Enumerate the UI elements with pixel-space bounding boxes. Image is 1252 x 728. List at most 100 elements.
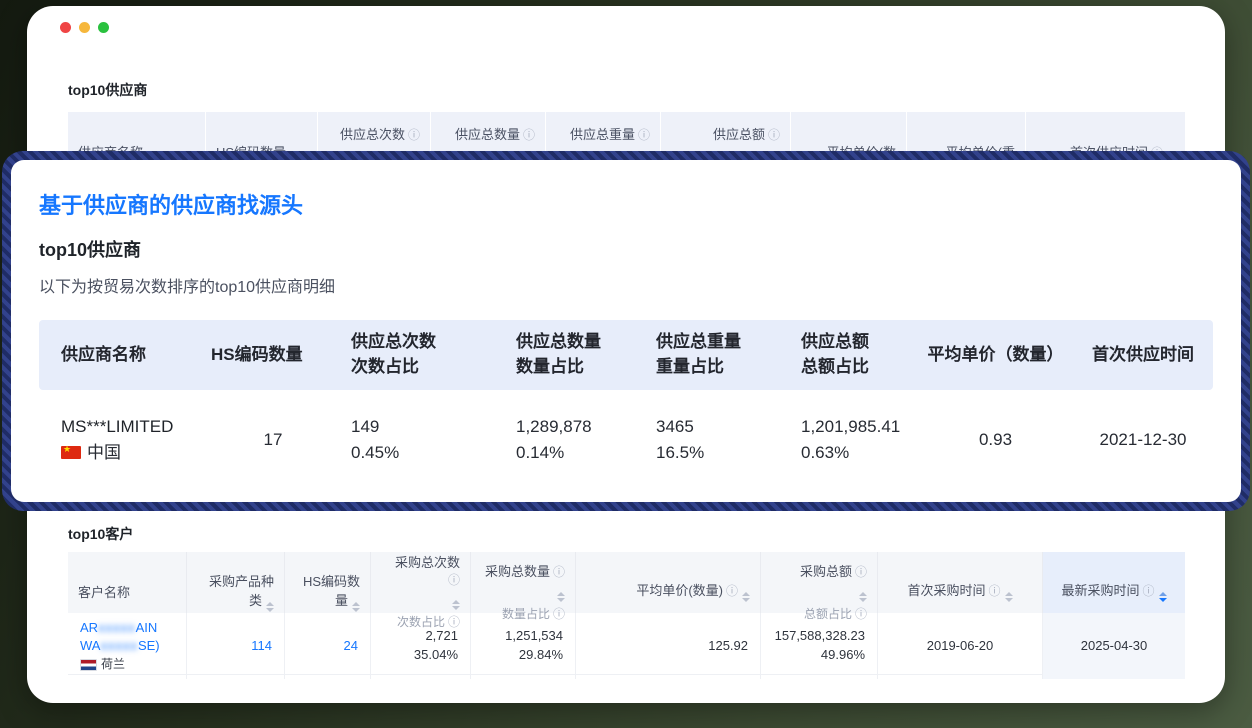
- info-icon[interactable]: ⓘ: [638, 128, 650, 142]
- info-icon[interactable]: ⓘ: [989, 584, 1001, 598]
- col-label: 供应总额: [801, 330, 918, 355]
- first-supply-date-cell: 2021-12-30: [1073, 427, 1213, 453]
- sort-icon[interactable]: [266, 602, 274, 612]
- customer-name-link[interactable]: WAxxxxxSE): [80, 637, 160, 655]
- col-label: 采购总额: [800, 564, 852, 579]
- col-header-hs-count: HS编码数量: [203, 343, 343, 368]
- country-label: 荷兰: [101, 656, 125, 673]
- col-label: 最新采购时间: [1061, 583, 1139, 598]
- col-sublabel: 重量占比: [656, 355, 793, 380]
- customer-table-header: 客户名称 采购产品种类 HS编码数量 采购总次数ⓘ 次数占比ⓘ 采购总数量ⓘ 数…: [68, 552, 1185, 613]
- country-label: 中国: [87, 440, 121, 466]
- hs-count-cell[interactable]: 24: [284, 613, 370, 679]
- redacted-text: xxxxx: [98, 620, 136, 635]
- name-part: SE): [138, 638, 160, 653]
- supply-qty-value: 1,289,878: [516, 414, 648, 440]
- info-icon[interactable]: ⓘ: [408, 128, 420, 142]
- customer-table-title: top10客户: [68, 524, 133, 544]
- sort-icon[interactable]: [452, 600, 460, 610]
- hs-count-value: 17: [264, 430, 283, 449]
- purchase-qty-value: 1,251,534: [505, 627, 563, 646]
- hs-count-link[interactable]: 24: [344, 637, 358, 656]
- sort-icon[interactable]: [742, 592, 750, 602]
- latest-purchase-date-cell: 2025-04-30: [1042, 613, 1185, 679]
- overlay-table-row: MS***LIMITED 中国 17 149 0.45% 1,289,878 0…: [39, 390, 1213, 495]
- col-header-avg-price-qty: 平均单价（数量）: [918, 343, 1073, 368]
- col-label: 平均单价(数量): [636, 583, 723, 598]
- overlay-section-title: top10供应商: [39, 236, 1213, 262]
- hs-count-cell: 17: [203, 427, 343, 453]
- info-icon[interactable]: ⓘ: [553, 565, 565, 579]
- sort-icon[interactable]: [859, 592, 867, 602]
- purchase-amount-cell: 157,588,328.23 49.96%: [760, 613, 877, 679]
- col-label: 供应总次数: [351, 330, 508, 355]
- info-icon[interactable]: ⓘ: [726, 584, 738, 598]
- purchase-amount-value: 157,588,328.23: [775, 627, 865, 646]
- product-types-cell[interactable]: 114: [186, 613, 284, 679]
- purchase-qty-pct: 29.84%: [519, 646, 563, 665]
- col-label: 供应总数量: [516, 330, 648, 355]
- customer-table: 客户名称 采购产品种类 HS编码数量 采购总次数ⓘ 次数占比ⓘ 采购总数量ⓘ 数…: [68, 552, 1185, 675]
- supply-weight-pct: 16.5%: [656, 440, 793, 466]
- col-label: HS编码数量: [211, 345, 303, 364]
- col-label: 平均单价（数量）: [928, 345, 1064, 364]
- col-header-supplier-name: 供应商名称: [39, 343, 203, 368]
- purchase-amount-pct: 49.96%: [821, 646, 865, 665]
- col-label: 供应商名称: [61, 345, 146, 364]
- supply-times-value: 149: [351, 414, 508, 440]
- avg-price-value: 125.92: [708, 637, 748, 656]
- customer-country: 荷兰: [80, 656, 125, 673]
- product-types-link[interactable]: 114: [251, 637, 272, 656]
- col-label: 客户名称: [78, 582, 176, 601]
- col-label: 首次供应时间: [1092, 345, 1194, 364]
- avg-price-cell: 0.93: [918, 427, 1073, 453]
- name-part: AIN: [136, 620, 158, 635]
- name-part: AR: [80, 620, 98, 635]
- col-label: 供应总数量: [455, 127, 520, 142]
- info-icon[interactable]: ⓘ: [1143, 584, 1155, 598]
- name-part: WA: [80, 638, 100, 653]
- supply-weight-value: 3465: [656, 414, 793, 440]
- col-label: 采购产品种类: [209, 574, 274, 608]
- supply-amount-cell: 1,201,985.41 0.63%: [793, 414, 918, 465]
- col-label: 供应总重量: [570, 127, 635, 142]
- purchase-times-pct: 35.04%: [414, 646, 458, 665]
- purchase-times-cell: 2,721 35.04%: [370, 613, 470, 679]
- customer-name-link[interactable]: ARxxxxxAIN: [80, 619, 157, 637]
- info-icon[interactable]: ⓘ: [855, 565, 867, 579]
- info-icon[interactable]: ⓘ: [768, 128, 780, 142]
- supply-qty-pct: 0.14%: [516, 440, 648, 466]
- minimize-window-icon[interactable]: [79, 22, 90, 33]
- supplier-name: MS***LIMITED: [61, 414, 203, 440]
- window-controls: [60, 22, 109, 33]
- col-sublabel: 次数占比: [351, 355, 508, 380]
- col-header-supply-times: 供应总次数 次数占比: [343, 330, 508, 379]
- info-icon[interactable]: ⓘ: [523, 128, 535, 142]
- sort-icon-active[interactable]: [1159, 592, 1167, 602]
- spotlight-overlay-panel: 基于供应商的供应商找源头 top10供应商 以下为按贸易次数排序的top10供应…: [8, 157, 1244, 505]
- purchase-times-value: 2,721: [425, 627, 458, 646]
- supply-times-cell: 149 0.45%: [343, 414, 508, 465]
- avg-price-value: 0.93: [979, 430, 1012, 449]
- supplier-name-cell: MS***LIMITED 中国: [39, 414, 203, 465]
- latest-purchase-date: 2025-04-30: [1081, 637, 1148, 656]
- overlay-description: 以下为按贸易次数排序的top10供应商明细: [39, 273, 1213, 297]
- supply-weight-cell: 3465 16.5%: [648, 414, 793, 465]
- col-label: 供应总额: [713, 127, 765, 142]
- first-purchase-date: 2019-06-20: [927, 637, 994, 656]
- customer-name-cell[interactable]: ARxxxxxAIN WAxxxxxSE) 荷兰: [68, 613, 186, 679]
- info-icon[interactable]: ⓘ: [448, 573, 460, 587]
- maximize-window-icon[interactable]: [98, 22, 109, 33]
- close-window-icon[interactable]: [60, 22, 71, 33]
- avg-price-cell: 125.92: [575, 613, 760, 679]
- col-sublabel: 总额占比: [801, 355, 918, 380]
- sort-icon[interactable]: [557, 592, 565, 602]
- sort-icon[interactable]: [1005, 592, 1013, 602]
- col-label: 供应总次数: [340, 127, 405, 142]
- sort-icon[interactable]: [352, 602, 360, 612]
- col-label: 采购总数量: [485, 564, 550, 579]
- col-label: 供应总重量: [656, 330, 793, 355]
- col-header-supply-qty: 供应总数量 数量占比: [508, 330, 648, 379]
- col-sublabel: 数量占比: [516, 355, 648, 380]
- col-label: 采购总次数: [395, 555, 460, 570]
